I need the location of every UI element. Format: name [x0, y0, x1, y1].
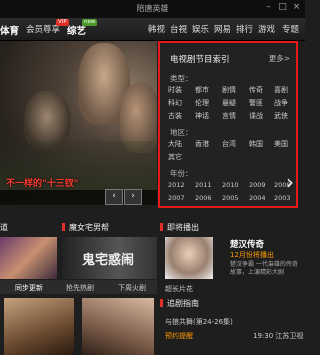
upcoming-actor-label[interactable]: 超长片花 — [165, 284, 193, 294]
type-item[interactable]: 悬疑 — [222, 98, 236, 108]
section-women-title: 魔女宅男帮 — [69, 223, 109, 232]
chevron-right-icon[interactable]: › — [286, 170, 294, 194]
nav-item-korean[interactable]: 韩视 — [148, 23, 165, 35]
nav-item-game[interactable]: 游戏 — [258, 23, 275, 35]
year-item[interactable]: 2009 — [249, 181, 266, 189]
hero-caption[interactable]: 不一样的"十三钗" — [6, 176, 78, 189]
section-left-title: 道 — [0, 223, 8, 232]
section-guide-title: 追剧指南 — [167, 299, 199, 308]
nav-item-ent[interactable]: 娱乐 — [192, 23, 209, 35]
type-item[interactable]: 喜剧 — [274, 85, 288, 95]
section-upcoming-title: 即将播出 — [167, 223, 199, 232]
region-item[interactable]: 美国 — [274, 139, 288, 149]
title-bar: 陪唐英雄 – □ × — [0, 0, 305, 18]
type-item[interactable]: 科幻 — [168, 98, 182, 108]
type-item[interactable]: 谍战 — [249, 111, 263, 121]
region-label: 地区： — [170, 128, 193, 137]
nav-bar: 体育 会员尊享 VIP 综艺 new 韩视 台視 娱乐 网易 排行 游戏 专题 — [0, 18, 305, 41]
panel-title: 电视剧节目索引 — [170, 55, 230, 65]
region-item[interactable]: 大陆 — [168, 139, 182, 149]
women-poster[interactable]: 鬼宅惑闹 — [62, 237, 157, 279]
upcoming-actor-photo[interactable] — [165, 237, 213, 279]
type-item[interactable]: 伦理 — [195, 98, 209, 108]
year-item[interactable]: 2010 — [222, 181, 239, 189]
next-arrow-button[interactable]: › — [124, 189, 142, 205]
new-badge: new — [82, 19, 98, 26]
type-item[interactable]: 古装 — [168, 111, 182, 121]
type-item[interactable]: 剧情 — [222, 85, 236, 95]
region-item[interactable]: 其它 — [168, 152, 182, 162]
year-item[interactable]: 2005 — [222, 194, 239, 202]
type-item[interactable]: 都市 — [195, 85, 209, 95]
tab-weekly[interactable]: 下周火剧 — [118, 283, 146, 293]
women-poster-title: 鬼宅惑闹 — [82, 253, 135, 268]
type-item[interactable]: 战争 — [274, 98, 288, 108]
upcoming-show-title[interactable]: 楚汉传奇 — [230, 238, 264, 250]
tv-index-panel: 电视剧节目索引 更多> 类型： 时装 都市 剧情 传奇 喜剧 科幻 伦理 悬疑 … — [158, 41, 298, 208]
nav-item-rank[interactable]: 排行 — [236, 23, 253, 35]
section-header-women: 魔女宅男帮 — [62, 222, 109, 236]
prev-arrow-button[interactable]: ‹ — [105, 189, 123, 205]
guide-item[interactable]: 与狼共舞(第24-26集) — [165, 317, 233, 327]
type-item[interactable]: 警匪 — [249, 98, 263, 108]
guide-time: 19:30 江苏卫视 — [253, 332, 304, 340]
year-item[interactable]: 2003 — [274, 194, 291, 202]
year-item[interactable]: 2012 — [168, 181, 185, 189]
year-item[interactable]: 2007 — [168, 194, 185, 202]
nav-item-taiwan[interactable]: 台視 — [170, 23, 187, 35]
year-item[interactable]: 2004 — [249, 194, 266, 202]
guide-remind[interactable]: 预约提醒 — [165, 331, 193, 341]
nav-item-vip[interactable]: 会员尊享 — [26, 23, 60, 35]
section-marker — [160, 299, 163, 307]
region-item[interactable]: 台湾 — [222, 139, 236, 149]
nav-item-netease[interactable]: 网易 — [214, 23, 231, 35]
tab-hot[interactable]: 抢先热剧 — [66, 283, 94, 293]
tab-sync[interactable]: 同步更新 — [15, 283, 43, 293]
section-header-upcoming: 即将播出 — [160, 222, 199, 236]
section-marker — [62, 223, 65, 231]
section-header-guide: 追剧指南 — [160, 298, 199, 312]
type-item[interactable]: 神话 — [195, 111, 209, 121]
type-item[interactable]: 武侠 — [274, 111, 288, 121]
type-item[interactable]: 言情 — [222, 111, 236, 121]
section-marker — [160, 223, 163, 231]
nav-item-topic[interactable]: 专题 — [282, 23, 299, 35]
upcoming-date: 12月份将播出 — [230, 251, 274, 259]
year-item[interactable]: 2006 — [195, 194, 212, 202]
type-label: 类型： — [170, 74, 193, 83]
year-label: 年份： — [170, 169, 193, 178]
region-item[interactable]: 香港 — [195, 139, 209, 149]
sync-thumb-2[interactable] — [82, 298, 154, 355]
hero-banner[interactable]: 不一样的"十三钗" — [0, 41, 157, 205]
panel-more-link[interactable]: 更多> — [269, 53, 290, 64]
type-item[interactable]: 传奇 — [249, 85, 263, 95]
type-item[interactable]: 时装 — [168, 85, 182, 95]
section-header-left: 道 — [0, 222, 8, 236]
maximize-icon[interactable]: □ — [277, 2, 288, 13]
app-title: 陪唐英雄 — [136, 4, 169, 13]
upcoming-desc: 楚汉争霸 一代枭雄的传奇故事，上演精彩大剧 — [230, 261, 298, 276]
nav-item-sports[interactable]: 体育 — [0, 23, 19, 37]
year-item[interactable]: 2011 — [195, 181, 212, 189]
close-icon[interactable]: × — [291, 2, 302, 13]
region-item[interactable]: 韩国 — [249, 139, 263, 149]
poster-thumb[interactable] — [0, 237, 57, 279]
sync-thumb-1[interactable] — [4, 298, 74, 355]
minimize-icon[interactable]: – — [263, 2, 274, 13]
